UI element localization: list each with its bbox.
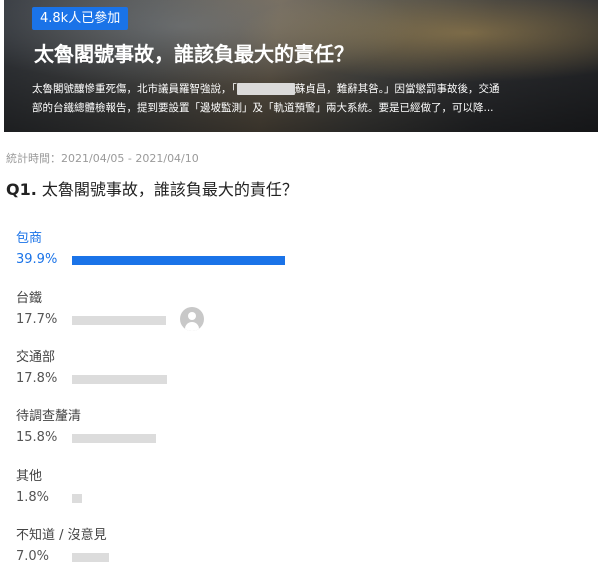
- poll-option[interactable]: 其他 1.8%: [16, 465, 576, 515]
- option-label: 交通部: [16, 350, 56, 365]
- poll-description: 太魯閣號釀慘重死傷，北市議員羅智強說，「 蘇貞昌，難辭其咎。」因當懲罰事故後，交通…: [32, 80, 572, 118]
- result-bar: [72, 494, 82, 503]
- description-text: 太魯閣號釀慘重死傷，北市議員羅智強說，「: [32, 83, 237, 95]
- result-bar: [72, 256, 285, 265]
- poll-option[interactable]: 包商 39.9%: [16, 227, 576, 277]
- description-text: 蘇貞昌，難辭其咎。」因當懲罰事故後，交通: [294, 83, 500, 95]
- participants-badge: 4.8k人已參加: [32, 7, 129, 30]
- option-percent: 17.8%: [16, 371, 58, 386]
- poll-option[interactable]: 待調查釐清 15.8%: [16, 405, 576, 455]
- option-label: 不知道 / 沒意見: [16, 528, 107, 543]
- description-line-1: 太魯閣號釀慘重死傷，北市議員羅智強說，「 蘇貞昌，難辭其咎。」因當懲罰事故後，交通: [32, 80, 572, 99]
- result-bar: [72, 316, 166, 325]
- question-number: Q1.: [6, 180, 37, 199]
- result-bar-track: [72, 316, 342, 325]
- result-bar: [72, 553, 109, 562]
- result-bar-track: [72, 256, 342, 265]
- option-percent: 39.9%: [16, 252, 58, 267]
- option-percent: 15.8%: [16, 430, 58, 445]
- option-percent: 7.0%: [16, 549, 50, 564]
- option-percent: 1.8%: [16, 490, 50, 505]
- result-bar-track: [72, 375, 342, 384]
- option-percent: 17.7%: [16, 312, 58, 327]
- result-bar: [72, 375, 167, 384]
- user-avatar-icon: [180, 307, 204, 331]
- poll-option[interactable]: 台鐵 17.7%: [16, 287, 576, 337]
- poll-title: 太魯閣號事故，誰該負最大的責任？: [34, 42, 354, 66]
- statistics-period: 統計時間：2021/04/05 - 2021/04/10: [6, 152, 199, 165]
- description-line-2: 部的台鐵總體檢報告，提到要設置「邊坡監測」及「軌道預警」兩大系統。要是已經做了，…: [32, 102, 494, 114]
- poll-banner: 4.8k人已參加 太魯閣號事故，誰該負最大的責任？ 太魯閣號釀慘重死傷，北市議員…: [4, 0, 598, 132]
- result-bar: [72, 434, 156, 443]
- result-bar-track: [72, 494, 342, 503]
- redacted-name: [236, 83, 295, 95]
- question-heading: Q1. 太魯閣號事故，誰該負最大的責任？: [6, 176, 298, 200]
- result-bar-track: [72, 434, 342, 443]
- option-label: 包商: [16, 231, 43, 246]
- poll-option[interactable]: 不知道 / 沒意見 7.0%: [16, 524, 576, 574]
- option-label: 其他: [16, 469, 43, 484]
- poll-option[interactable]: 交通部 17.8%: [16, 346, 576, 396]
- option-label: 待調查釐清: [16, 409, 82, 424]
- option-label: 台鐵: [16, 291, 43, 306]
- result-bar-track: [72, 553, 342, 562]
- question-text: 太魯閣號事故，誰該負最大的責任？: [41, 180, 298, 199]
